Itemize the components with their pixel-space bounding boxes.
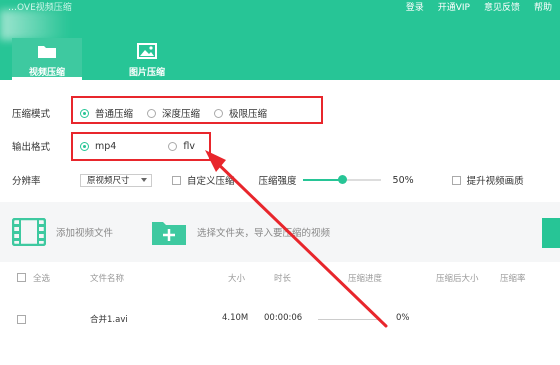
slider-knob[interactable] [337,175,347,184]
row-duration: 00:00:06 [264,313,303,323]
strength-label: 压缩强度 [258,176,297,187]
help-link[interactable]: 帮助 [534,0,552,13]
annotation-box-mode [71,96,323,124]
video-folder-icon [38,46,56,58]
resolution-select[interactable]: 原视频尺寸 [80,173,152,187]
quality-boost-label: 提升视频画质 [466,176,524,187]
app-title: …OVE视频压缩 [8,3,72,13]
tab-video-compress[interactable]: 视频压缩 [12,38,82,80]
feedback-link[interactable]: 意见反馈 [484,0,520,13]
col-progress: 压缩进度 [348,274,383,284]
row-checkbox[interactable] [17,315,26,324]
active-tab-indicator [12,77,82,80]
table-row[interactable]: 合并1.avi 4.10M 00:00:06 0% [0,313,560,327]
resolution-row: 分辨率 原视频尺寸 自定义压缩 压缩强度 50% 提升视频画质 [12,173,524,187]
col-select-all: 全选 [33,274,51,284]
strength-slider[interactable] [302,175,381,184]
resolution-value: 原视频尺寸 [87,176,130,186]
login-link[interactable]: 登录 [406,0,424,13]
file-table-header: 全选 文件名称 大小 时长 压缩进度 压缩后大小 压缩率 [0,272,560,286]
compression-mode-label: 压缩模式 [12,109,51,120]
col-compressed-size: 压缩后大小 [436,274,479,284]
side-action-button[interactable] [542,218,560,248]
add-video-button[interactable]: 添加视频文件 [12,218,113,246]
row-size: 4.10M [222,313,249,323]
app-logo [0,10,70,40]
output-format-label: 输出格式 [12,142,51,153]
col-duration: 时长 [274,274,292,284]
row-file-name: 合并1.avi [90,315,128,325]
add-files-area: 添加视频文件 选择文件夹，导入要压缩的视频 [0,202,560,262]
annotation-box-format [71,132,211,161]
tab-image-compress[interactable]: 图片压缩 [112,38,182,80]
chevron-down-icon [141,177,147,182]
add-folder-button[interactable]: 选择文件夹，导入要压缩的视频 [151,218,330,246]
custom-compress-label: 自定义压缩 [187,176,235,187]
tab-image-label: 图片压缩 [128,68,165,78]
film-icon [12,218,46,246]
strength-value: 50% [392,174,414,186]
app-header: …OVE视频压缩 登录 开通VIP 意见反馈 帮助 视频压缩 图片压缩 [0,0,560,80]
folder-add-icon [152,222,186,245]
resolution-label: 分辨率 [12,176,41,187]
add-folder-label: 选择文件夹，导入要压缩的视频 [197,228,331,239]
row-progress-text: 0% [396,313,410,323]
image-icon [137,43,157,59]
slider-fill [302,179,342,181]
col-size: 大小 [228,274,246,284]
vip-link[interactable]: 开通VIP [438,0,470,13]
col-file-name: 文件名称 [90,274,125,284]
quality-boost-checkbox[interactable] [451,175,461,185]
top-links: 登录 开通VIP 意见反馈 帮助 [406,0,552,13]
row-progress-bar [318,319,380,320]
custom-compress-checkbox[interactable] [172,175,181,185]
select-all-checkbox[interactable] [17,273,26,282]
add-video-label: 添加视频文件 [56,228,114,239]
col-compress-rate: 压缩率 [500,274,526,284]
